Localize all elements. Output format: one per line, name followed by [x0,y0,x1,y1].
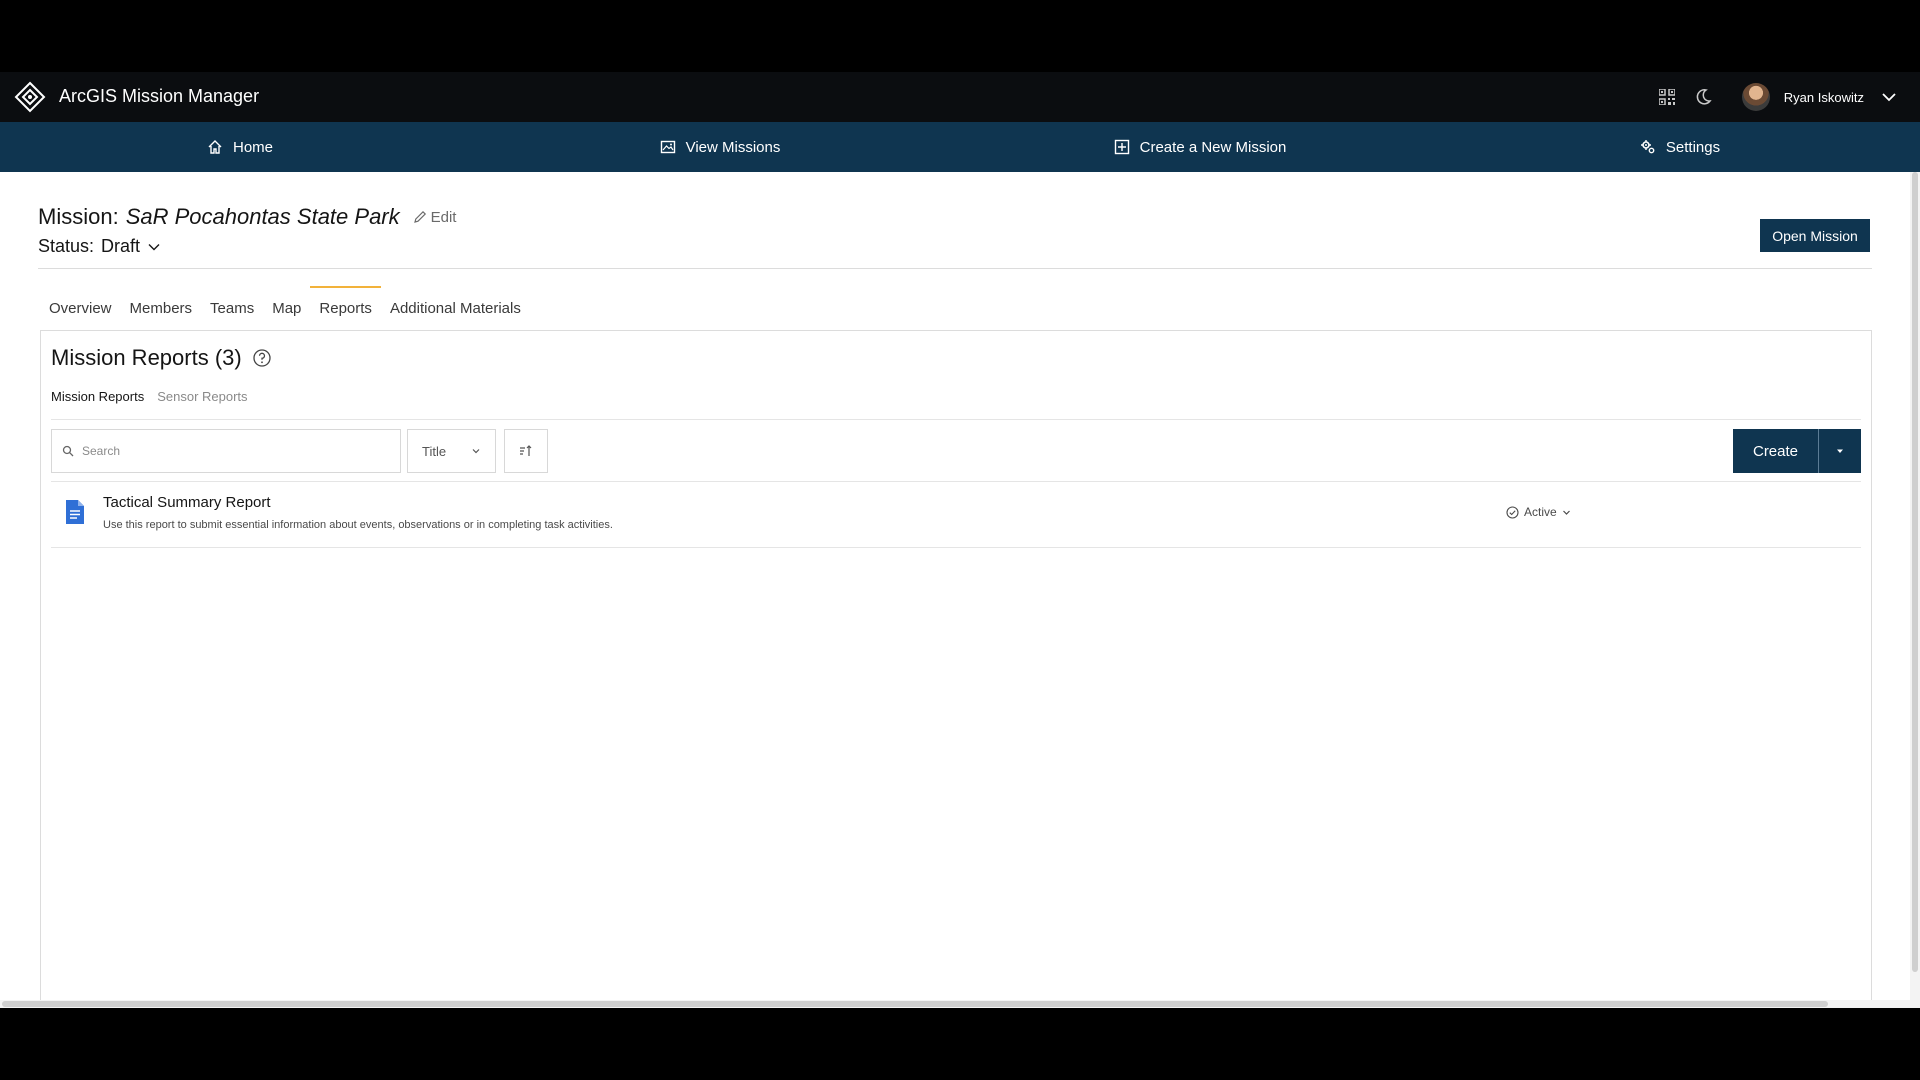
user-name[interactable]: Ryan Iskowitz [1784,90,1864,105]
vertical-scrollbar-thumb[interactable] [1912,172,1918,972]
report-subtabs: Mission Reports Sensor Reports [51,389,248,404]
arcgis-logo-icon[interactable] [14,81,46,113]
caret-down-icon [1837,449,1843,453]
reports-title-text: Mission Reports (3) [51,345,242,370]
pencil-icon [413,210,426,223]
header-divider [38,268,1872,269]
mission-name: SaR Pocahontas State Park [125,204,400,229]
reports-panel: Mission Reports (3) Mission Reports Sens… [40,330,1872,1008]
vertical-scrollbar[interactable] [1910,172,1920,1008]
plus-square-icon [1114,139,1129,155]
report-title[interactable]: Tactical Summary Report [103,494,271,511]
subtab-mission-reports[interactable]: Mission Reports [51,389,144,404]
app-title: ArcGIS Mission Manager [59,86,260,106]
reports-title: Mission Reports (3) [51,345,272,371]
main-navigation: Home View Missions Create a New Mission … [0,122,1920,172]
document-icon [66,500,84,524]
subtab-divider [51,419,1861,420]
tab-additional-materials[interactable]: Additional Materials [381,286,530,330]
search-input[interactable] [82,444,382,458]
status-label: Status: [38,236,95,256]
mission-status[interactable]: Status: Draft [38,236,161,257]
check-circle-icon [1506,505,1519,519]
create-report-button[interactable]: Create [1733,429,1818,473]
create-options-dropdown[interactable] [1818,429,1861,473]
create-report-split-button: Create [1733,429,1861,473]
tab-members[interactable]: Members [121,286,202,330]
image-icon [660,140,675,154]
nav-settings-label: Settings [1665,138,1721,156]
open-mission-button[interactable]: Open Mission [1760,219,1870,252]
search-icon [62,445,74,457]
sort-field-select[interactable]: Title [407,429,496,473]
report-status-dropdown[interactable]: Active [1506,505,1571,519]
sort-field-value: Title [422,443,447,459]
gear-icon [1640,140,1655,154]
edit-mission-button[interactable]: Edit [413,208,457,226]
report-list-item[interactable]: Tactical Summary Report Use this report … [51,481,1861,547]
nav-view-missions[interactable]: View Missions [480,122,960,172]
status-value: Draft [101,236,141,256]
mission-tabs: Overview Members Teams Map Reports Addit… [40,286,530,330]
nav-view-missions-label: View Missions [685,138,781,156]
header-actions: Ryan Iskowitz [1656,72,1900,122]
tab-map[interactable]: Map [263,286,310,330]
row-divider [51,547,1861,548]
sort-order-icon [520,445,532,456]
app-window: ArcGIS Mission Manager Ryan Iskowitz Hom… [0,72,1920,1008]
chevron-down-icon [1562,510,1570,515]
sort-order-button[interactable] [504,429,548,473]
user-avatar[interactable] [1741,83,1770,111]
chevron-down-icon[interactable] [1878,86,1900,108]
tab-overview[interactable]: Overview [40,286,121,330]
home-icon [208,140,222,154]
nav-home[interactable]: Home [0,122,480,172]
report-status-label: Active [1524,505,1557,519]
report-description: Use this report to submit essential info… [103,519,613,531]
mission-title: Mission: SaR Pocahontas State Park Edit [38,204,456,230]
horizontal-scrollbar[interactable] [0,1000,1910,1008]
help-icon[interactable] [252,348,272,368]
edit-label: Edit [430,208,457,226]
tab-reports[interactable]: Reports [310,286,381,330]
search-box [51,429,401,473]
page-content: Mission: SaR Pocahontas State Park Edit … [0,172,1910,1008]
mission-title-prefix: Mission: [38,204,119,229]
tab-teams[interactable]: Teams [201,286,263,330]
chevron-down-icon [472,449,480,454]
subtab-sensor-reports[interactable]: Sensor Reports [157,389,247,404]
nav-create-mission-label: Create a New Mission [1139,138,1287,156]
chevron-down-icon [148,243,160,250]
top-header: ArcGIS Mission Manager Ryan Iskowitz [0,72,1920,122]
qr-code-icon[interactable] [1656,86,1678,108]
nav-settings[interactable]: Settings [1440,122,1920,172]
nav-create-mission[interactable]: Create a New Mission [960,122,1440,172]
dark-mode-moon-icon[interactable] [1692,86,1714,108]
horizontal-scrollbar-thumb[interactable] [2,1001,1828,1007]
nav-home-label: Home [232,138,273,156]
